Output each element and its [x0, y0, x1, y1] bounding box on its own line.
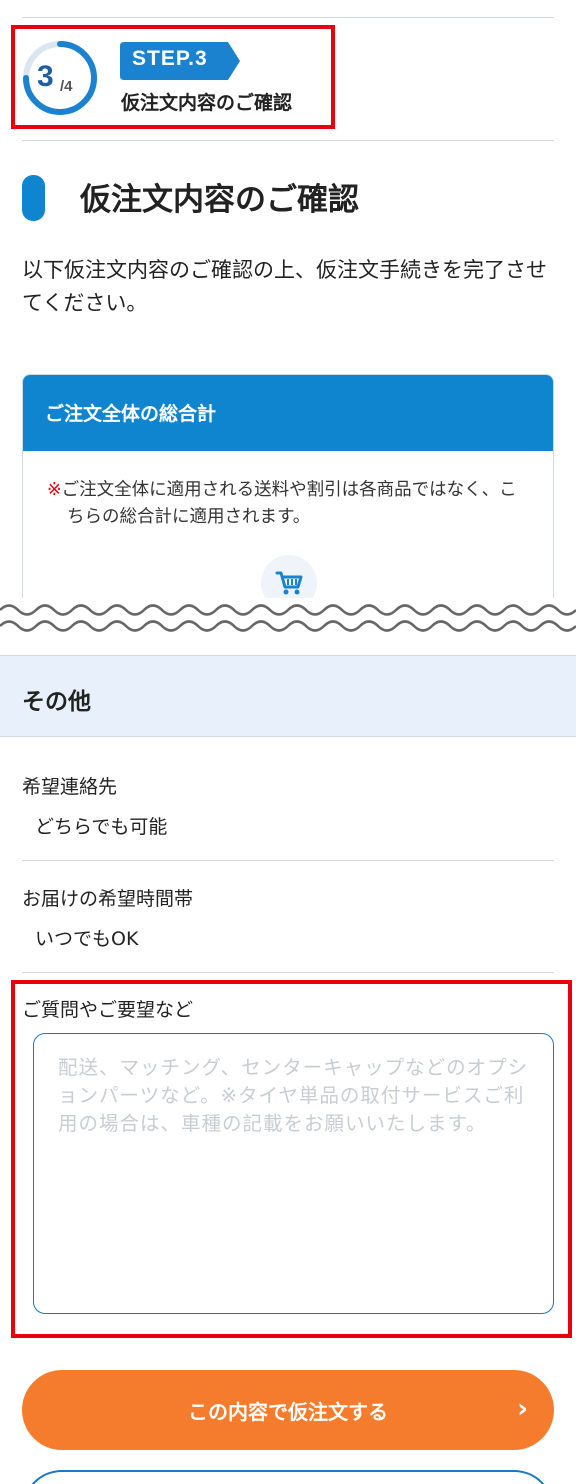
other-section-title: その他	[22, 689, 91, 715]
wave-cut-icon	[0, 604, 576, 632]
heading-accent-bar	[22, 175, 45, 221]
top-divider	[22, 17, 554, 18]
delivery-time-value: いつでもOK	[35, 928, 139, 950]
field-divider	[22, 860, 554, 861]
field-divider	[22, 972, 554, 973]
step-total-number: /4	[60, 78, 73, 95]
step-progress-ring: 3 /4	[20, 38, 100, 118]
order-total-card: ご注文全体の総合計 ※ご注文全体に適用される送料や割引は各商品ではなく、こちらの…	[22, 374, 554, 634]
note-mark: ※	[47, 480, 62, 500]
note-text: ご注文全体に適用される送料や割引は各商品ではなく、こちらの総合計に適用されます。	[61, 480, 517, 527]
secondary-button[interactable]	[22, 1470, 554, 1484]
step-divider	[22, 140, 554, 141]
request-textarea[interactable]	[33, 1033, 554, 1314]
submit-provisional-order-button[interactable]: この内容で仮注文する ›	[22, 1370, 554, 1450]
intro-text: 以下仮注文内容のご確認の上、仮注文手続きを完了させてください。	[22, 258, 547, 315]
step-current-number: 3	[37, 60, 54, 93]
chevron-right-icon: ›	[517, 1394, 528, 1424]
delivery-time-label: お届けの希望時間帯	[22, 888, 194, 910]
step-badge-label: STEP.3	[132, 47, 208, 70]
step-title: 仮注文内容のご確認	[121, 92, 293, 114]
order-total-card-title: ご注文全体の総合計	[23, 375, 553, 451]
order-total-note: ※ご注文全体に適用される送料や割引は各商品ではなく、こちらの総合計に適用されます…	[47, 477, 527, 531]
page-title: 仮注文内容のご確認	[80, 182, 359, 218]
submit-button-label: この内容で仮注文する	[188, 1400, 388, 1424]
other-section-header: その他	[0, 655, 576, 737]
contact-preference-label: 希望連絡先	[22, 776, 118, 798]
contact-preference-value: どちらでも可能	[35, 816, 168, 838]
request-label: ご質問やご要望など	[22, 999, 194, 1021]
